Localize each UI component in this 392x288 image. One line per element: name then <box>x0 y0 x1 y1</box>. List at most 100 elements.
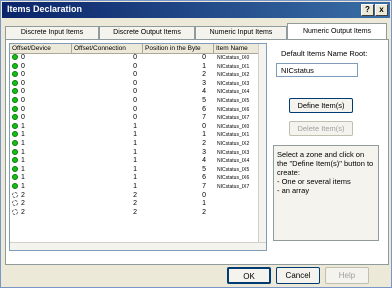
offset-device-value: 0 <box>21 71 25 79</box>
cell-position-in-byte: 7 <box>202 182 206 190</box>
table-row[interactable]: 0 0 4 NICstatus_IX4 <box>10 88 266 97</box>
cell-position-in-byte: 2 <box>202 71 206 79</box>
cell-offset-connection: 0 <box>133 79 137 87</box>
help-button[interactable]: Help <box>325 267 369 284</box>
cell-position-in-byte: 7 <box>202 114 206 122</box>
default-items-name-root-label: Default Items Name Root: <box>281 49 368 58</box>
cell-position-in-byte: 2 <box>202 208 206 216</box>
cell-offset-device: 1 <box>12 182 72 192</box>
cell-offset-device: 0 <box>12 105 72 115</box>
grid-rows: 0 0 0 NICstatus_IX0 0 0 1 NICstatus_IX1 0 0 2 NICst… <box>10 54 266 218</box>
cell-offset-device: 0 <box>12 96 72 106</box>
table-row[interactable]: 0 0 6 NICstatus_IX6 <box>10 105 266 115</box>
table-row[interactable]: 2 2 1 <box>10 200 266 209</box>
table-row[interactable]: 0 0 0 NICstatus_IX0 <box>10 54 266 63</box>
cell-offset-device: 1 <box>12 131 72 140</box>
table-row[interactable]: 0 0 2 NICstatus_IX2 <box>10 71 266 80</box>
offset-device-value: 0 <box>21 62 25 70</box>
tab-numeric-output-items[interactable]: Numeric Output Items <box>287 23 387 39</box>
close-button[interactable]: x <box>375 4 388 16</box>
table-row[interactable]: 0 0 3 NICstatus_IX3 <box>10 79 266 89</box>
status-defined-icon <box>12 114 18 121</box>
cell-offset-connection: 1 <box>133 182 137 190</box>
cell-offset-device: 1 <box>12 165 72 175</box>
column-header-offset-device[interactable]: Offset/Device <box>10 44 72 54</box>
cell-offset-connection: 1 <box>133 174 137 182</box>
status-defined-icon <box>12 96 18 103</box>
delete-items-button[interactable]: Delete Item(s) <box>289 121 353 136</box>
cell-offset-device: 1 <box>12 122 72 132</box>
offset-device-value: 1 <box>21 122 25 130</box>
items-grid[interactable]: Offset/Device Offset/Connection Position… <box>9 43 267 251</box>
offset-device-value: 1 <box>21 157 25 165</box>
status-defined-icon <box>12 71 18 78</box>
default-items-name-root-input[interactable] <box>276 63 358 77</box>
cell-offset-connection: 0 <box>133 54 137 61</box>
cell-position-in-byte: 1 <box>202 62 206 70</box>
tab-numeric-input-items[interactable]: Numeric Input Items <box>195 26 287 39</box>
tab-strip: Discrete Input Items Discrete Output Ite… <box>5 23 389 39</box>
cell-position-in-byte: 3 <box>202 148 206 156</box>
cell-offset-connection: 0 <box>133 105 137 113</box>
cell-offset-connection: 1 <box>133 122 137 130</box>
status-defined-icon <box>12 174 18 181</box>
cell-offset-connection: 1 <box>133 131 137 139</box>
table-row[interactable]: 2 2 2 <box>10 208 266 218</box>
cell-offset-connection: 1 <box>133 148 137 156</box>
cell-offset-connection: 2 <box>133 200 137 208</box>
cell-offset-connection: 1 <box>133 165 137 173</box>
cell-position-in-byte: 0 <box>202 191 206 199</box>
cell-offset-device: 2 <box>12 208 72 218</box>
offset-device-value: 0 <box>21 114 25 122</box>
status-defined-icon <box>12 157 18 164</box>
cell-position-in-byte: 5 <box>202 96 206 104</box>
cell-position-in-byte: 0 <box>202 122 206 130</box>
cell-offset-connection: 0 <box>133 71 137 79</box>
cell-offset-device: 2 <box>12 191 72 201</box>
cell-position-in-byte: 2 <box>202 139 206 147</box>
ok-button[interactable]: OK <box>227 267 271 284</box>
cell-position-in-byte: 6 <box>202 174 206 182</box>
cell-offset-device: 0 <box>12 79 72 89</box>
status-undefined-icon <box>12 191 18 198</box>
define-items-button[interactable]: Define Item(s) <box>289 98 353 113</box>
table-row[interactable]: 1 1 5 NICstatus_IX5 <box>10 165 266 175</box>
table-row[interactable]: 1 1 2 NICstatus_IX2 <box>10 139 266 149</box>
cell-offset-connection: 0 <box>133 96 137 104</box>
offset-device-value: 0 <box>21 54 25 61</box>
table-row[interactable]: 1 1 0 NICstatus_IX0 <box>10 122 266 132</box>
cell-position-in-byte: 4 <box>202 157 206 165</box>
offset-device-value: 0 <box>21 88 25 96</box>
table-row[interactable]: 1 1 7 NICstatus_IX7 <box>10 182 266 192</box>
help-title-button[interactable]: ? <box>361 4 374 16</box>
horizontal-scrollbar[interactable] <box>10 242 266 250</box>
table-row[interactable]: 1 1 1 NICstatus_IX1 <box>10 131 266 140</box>
tab-discrete-input-items[interactable]: Discrete Input Items <box>5 26 99 39</box>
column-header-offset-connection[interactable]: Offset/Connection <box>72 44 143 54</box>
grid-header: Offset/Device Offset/Connection Position… <box>10 44 266 54</box>
offset-device-value: 1 <box>21 139 25 147</box>
tab-discrete-output-items[interactable]: Discrete Output Items <box>99 26 195 39</box>
table-row[interactable]: 0 0 1 NICstatus_IX1 <box>10 62 266 72</box>
table-row[interactable]: 1 1 3 NICstatus_IX3 <box>10 148 266 158</box>
table-row[interactable]: 1 1 4 NICstatus_IX4 <box>10 157 266 166</box>
cell-position-in-byte: 0 <box>202 54 206 61</box>
table-row[interactable]: 1 1 6 NICstatus_IX6 <box>10 174 266 183</box>
cell-position-in-byte: 5 <box>202 165 206 173</box>
offset-device-value: 1 <box>21 165 25 173</box>
cell-offset-device: 1 <box>12 139 72 149</box>
cancel-button[interactable]: Cancel <box>276 267 320 284</box>
vertical-scrollbar[interactable] <box>258 44 266 242</box>
title-bar: Items Declaration ? x <box>2 2 390 18</box>
offset-device-value: 2 <box>21 191 25 199</box>
table-row[interactable]: 0 0 7 NICstatus_IX7 <box>10 114 266 123</box>
status-defined-icon <box>12 54 18 60</box>
table-row[interactable]: 2 2 0 <box>10 191 266 201</box>
offset-device-value: 1 <box>21 182 25 190</box>
table-row[interactable]: 0 0 5 NICstatus_IX5 <box>10 96 266 106</box>
help-text-box: Select a zone and click on the "Define I… <box>273 145 379 241</box>
items-declaration-dialog: Items Declaration ? x Discrete Input Ite… <box>0 0 392 288</box>
status-defined-icon <box>12 148 18 155</box>
cell-offset-device: 0 <box>12 62 72 72</box>
column-header-position-in-byte[interactable]: Position in the Byte <box>143 44 214 54</box>
